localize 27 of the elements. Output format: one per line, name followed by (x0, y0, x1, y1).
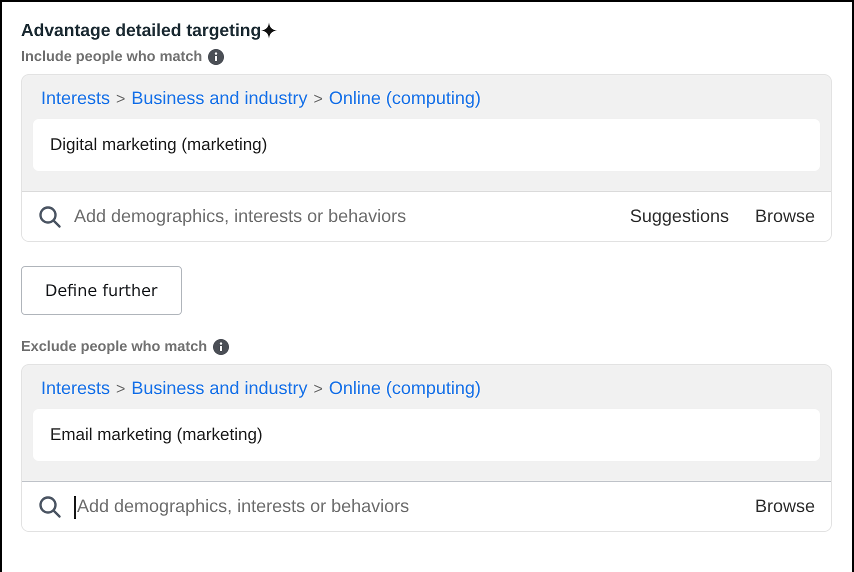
breadcrumb-link[interactable]: Business and industry (131, 378, 308, 399)
info-icon[interactable] (213, 339, 230, 355)
define-further-button[interactable]: Define further (21, 266, 182, 315)
breadcrumb-link[interactable]: Business and industry (131, 88, 308, 109)
search-field[interactable]: Add demographics, interests or behaviors Suggestions Browse (22, 191, 831, 241)
info-icon[interactable] (208, 49, 224, 65)
section-label: Include people who match (21, 49, 202, 65)
selected-interest[interactable]: Email marketing (marketing) (33, 409, 820, 461)
selected-interest[interactable]: Digital marketing (marketing) (33, 119, 820, 171)
breadcrumb-link[interactable]: Online (computing) (328, 378, 481, 399)
search-icon (38, 204, 62, 228)
search-field[interactable]: Add demographics, interests or behaviors Browse (22, 481, 831, 531)
breadcrumb-link[interactable]: Online (computing) (328, 88, 481, 109)
breadcrumb-separator: > (313, 91, 323, 109)
search-icon (38, 494, 62, 518)
breadcrumb-separator: > (116, 381, 126, 399)
text-cursor (74, 496, 76, 518)
breadcrumb-separator: > (116, 91, 126, 109)
sparkle-icon (261, 22, 278, 39)
breadcrumb-separator: > (313, 381, 323, 399)
search-link[interactable]: Browse (754, 206, 815, 227)
search-link[interactable]: Suggestions (630, 206, 729, 227)
breadcrumb-link[interactable]: Interests (41, 378, 110, 399)
search-link[interactable]: Browse (754, 496, 815, 517)
breadcrumb-link[interactable]: Interests (41, 88, 110, 109)
section-label: Exclude people who match (21, 339, 208, 355)
section-title: Advantage detailed targeting (21, 20, 262, 41)
